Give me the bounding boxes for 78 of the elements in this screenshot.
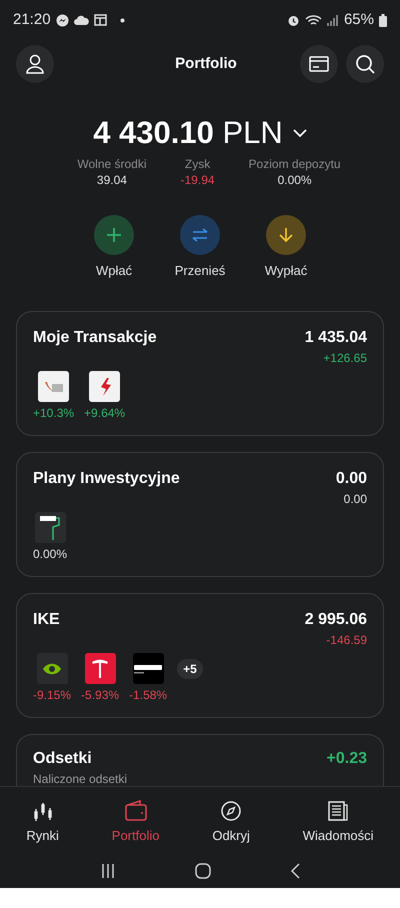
card-title: Plany Inwestycyjne	[33, 469, 180, 489]
card-value: 1 435.04	[304, 328, 367, 348]
card-value: 2 995.06	[304, 610, 367, 630]
holding-change: -9.15%	[33, 687, 72, 703]
back-icon[interactable]	[290, 863, 300, 879]
wallet-icon	[124, 799, 148, 824]
page-title: Portfolio	[175, 54, 237, 74]
holding-logo[interactable]	[38, 371, 70, 402]
eye-logo-icon	[42, 662, 62, 676]
card-change: -146.59	[326, 632, 367, 648]
dot-icon	[120, 18, 125, 22]
action-label[interactable]: Wypłać	[264, 263, 308, 279]
action-label[interactable]: Wpłać	[96, 263, 132, 279]
wifi-icon	[304, 14, 322, 26]
nav-tab[interactable]: Rynki	[26, 799, 59, 846]
calendar-icon	[94, 14, 107, 26]
card-title: IKE	[33, 610, 60, 630]
compass-icon	[219, 799, 244, 824]
home-icon[interactable]	[194, 863, 211, 879]
interest-card[interactable]: Odsetki +0.23 Naliczone odsetki	[16, 734, 384, 786]
holding-logo[interactable]	[89, 371, 120, 402]
holding-logo[interactable]	[34, 512, 66, 543]
recent-apps-icon[interactable]	[100, 863, 116, 879]
battery-percent: 65%	[344, 10, 374, 30]
holding-change: +9.64%	[84, 405, 126, 421]
card-title: Odsetki	[33, 749, 92, 769]
profile-button[interactable]	[16, 45, 54, 83]
card-title: Moje Transakcje	[33, 328, 157, 348]
stat-label: Poziom depozytu	[248, 156, 341, 172]
battery-icon	[379, 14, 387, 26]
newspaper-icon	[326, 799, 350, 824]
search-icon	[355, 54, 375, 74]
person-icon	[25, 54, 45, 74]
action-button[interactable]	[94, 215, 134, 255]
nav-tab[interactable]: Odkryj	[212, 799, 250, 846]
arrow-down-icon	[279, 227, 293, 243]
chevron-down-icon[interactable]	[292, 128, 307, 138]
portfolio-card[interactable]: Plany Inwestycyjne 0.00 0.00 0.00%	[16, 452, 384, 577]
stat-value: -19.94	[180, 172, 215, 188]
nav-tab[interactable]: Portfolio	[112, 799, 160, 846]
card-change: 0.00	[344, 491, 367, 507]
stat-value: 39.04	[96, 172, 127, 188]
cloud-icon	[74, 15, 89, 25]
swap-arrows-icon	[191, 228, 209, 242]
holding-logo[interactable]	[132, 653, 164, 684]
action-button[interactable]	[180, 215, 220, 255]
card-value: +0.23	[326, 749, 367, 769]
holding-change: -1.58%	[129, 687, 168, 703]
signal-icon	[326, 14, 339, 26]
card-subtitle: Naliczone odsetki	[33, 771, 128, 786]
stat-label: Wolne środki	[77, 156, 147, 172]
holding-change: -5.93%	[81, 687, 120, 703]
card-value: 0.00	[336, 469, 367, 489]
stat-label: Zysk	[184, 156, 210, 172]
card-button[interactable]	[300, 45, 338, 83]
total-balance[interactable]: 4 430.10 PLN	[93, 115, 283, 151]
t-logo-icon	[91, 658, 110, 678]
messenger-icon	[56, 14, 69, 26]
action-label[interactable]: Przenieś	[174, 263, 226, 279]
holding-change: 0.00%	[33, 546, 68, 562]
paint-roller-icon	[39, 514, 62, 542]
holding-change: +10.3%	[33, 405, 74, 421]
search-button[interactable]	[346, 45, 384, 83]
plus-icon	[106, 227, 122, 243]
status-time: 21:20	[13, 10, 51, 30]
stat-value: 0.00%	[278, 172, 312, 188]
portfolio-card[interactable]: IKE 2 995.06 -146.59 -9.15% -5.93% -1.58% +5	[16, 593, 384, 718]
card-icon	[309, 56, 329, 72]
portfolio-card[interactable]: Moje Transakcje 1 435.04 +126.65 +10.3% +9.64%	[16, 311, 384, 436]
swoosh-logo-icon	[42, 380, 65, 394]
card-change: +126.65	[323, 350, 367, 366]
action-button[interactable]	[266, 215, 306, 255]
holding-logo[interactable]	[84, 653, 116, 684]
nav-tab[interactable]: Wiadomości	[302, 799, 374, 846]
fund-logo-icon	[134, 664, 162, 674]
more-holdings-badge[interactable]: +5	[177, 659, 203, 679]
alarm-icon	[286, 14, 300, 26]
holding-logo[interactable]	[36, 653, 68, 684]
